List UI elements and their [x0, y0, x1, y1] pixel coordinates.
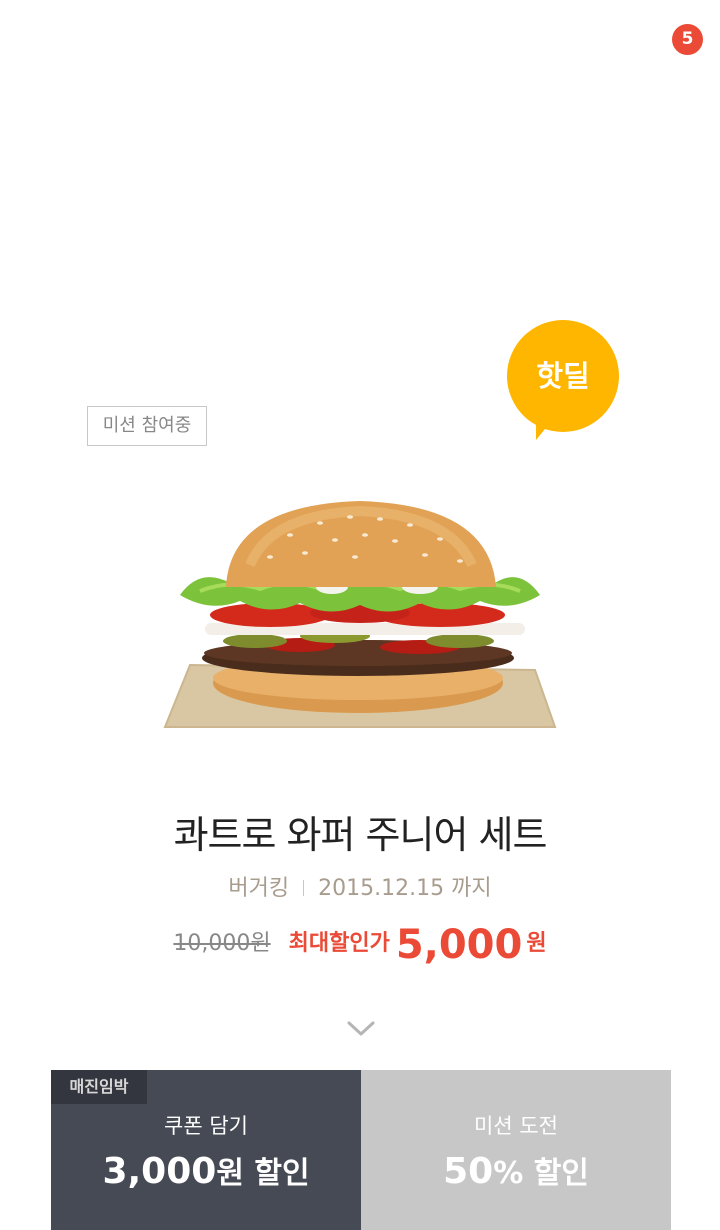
hot-deal-badge: 핫딜	[507, 320, 619, 432]
product-title: 콰트로 와퍼 주니어 세트	[173, 813, 548, 857]
chevron-down-icon[interactable]	[346, 1020, 376, 1038]
mission-discount-amount: 50% 할인	[361, 1148, 671, 1192]
sale-price: 5,000	[395, 922, 523, 968]
product-meta: 버거킹 2015.12.15 까지	[0, 870, 720, 902]
mission-panel-label: 미션 도전	[474, 1114, 558, 1138]
mission-status-tag: 미션 참여중	[87, 406, 207, 446]
hot-deal-badge-tail	[536, 418, 554, 440]
coupon-amount-unit: 원 할인	[216, 1156, 310, 1191]
meta-divider	[303, 880, 305, 896]
price-row: 10,000원 최대할인가 5,000 원	[0, 922, 720, 968]
coupon-panel-button[interactable]: 매진임박 쿠폰 담기 3,000원 할인	[51, 1070, 361, 1230]
coupon-discount-amount: 3,000원 할인	[51, 1148, 361, 1192]
coupon-panel-label: 쿠폰 담기	[164, 1114, 248, 1138]
sale-price-unit: 원	[526, 931, 547, 956]
coupon-amount-value: 3,000	[102, 1151, 217, 1192]
original-price: 10,000원	[173, 931, 271, 956]
mission-amount-value: 50	[443, 1151, 494, 1192]
mission-amount-unit: % 할인	[493, 1156, 589, 1191]
brand-name: 버거킹	[228, 876, 290, 901]
max-discount-label: 최대할인가	[288, 931, 390, 956]
expiry-date: 2015.12.15 까지	[318, 876, 492, 901]
mission-panel-button[interactable]: 미션 도전 50% 할인	[361, 1070, 671, 1230]
notification-count-badge[interactable]: 5	[672, 24, 703, 55]
sold-out-soon-badge: 매진임박	[51, 1070, 147, 1104]
burger-image	[163, 501, 557, 728]
